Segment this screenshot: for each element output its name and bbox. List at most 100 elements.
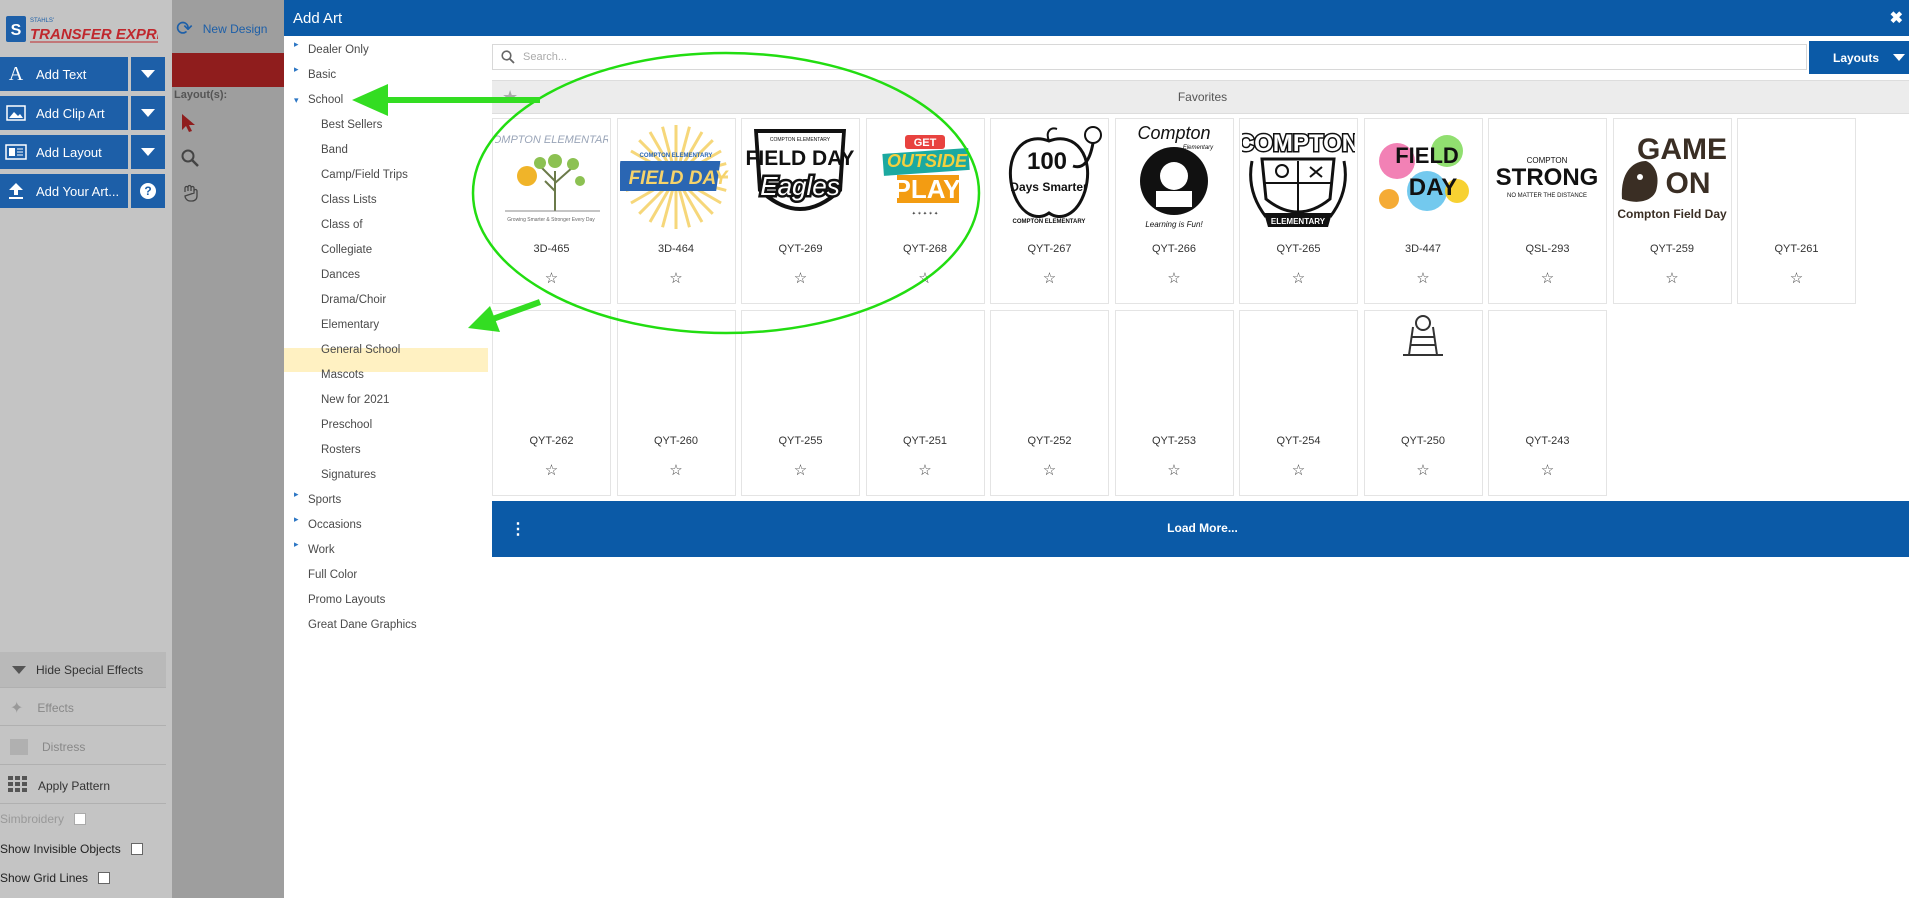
art-thumbnail[interactable]: COMPTON ELEMENTARY FIELD DAY (619, 121, 733, 231)
tree-item[interactable]: Dances (321, 263, 360, 287)
tree-item[interactable]: Rosters (321, 438, 361, 462)
tree-item[interactable]: Work (308, 538, 335, 562)
new-design-button[interactable]: ⟳ New Design (176, 16, 267, 41)
favorites-bar[interactable]: ★ Favorites (492, 80, 1909, 114)
art-thumbnail[interactable] (1491, 313, 1604, 423)
add-text-button[interactable]: A Add Text (0, 57, 128, 91)
caret-right-icon[interactable]: ▸ (294, 39, 299, 50)
pan-tool[interactable] (181, 184, 199, 207)
tree-item[interactable]: Full Color (308, 563, 357, 587)
art-card[interactable]: GAME ON Compton Field Day QYT-259 ☆ (1612, 118, 1732, 304)
tree-item[interactable]: New for 2021 (321, 388, 389, 412)
tree-item[interactable]: Band (321, 138, 348, 162)
add-clip-art-button[interactable]: Add Clip Art (0, 96, 128, 130)
art-thumbnail[interactable] (495, 313, 608, 423)
favorite-star-icon[interactable]: ☆ (1116, 461, 1233, 479)
art-card[interactable]: QYT-251 ☆ (865, 310, 985, 496)
art-card[interactable]: COMPTON ELEMENTARY QYT-265 ☆ (1239, 118, 1358, 304)
art-thumbnail[interactable] (1242, 313, 1355, 423)
favorite-star-icon[interactable]: ☆ (742, 461, 859, 479)
add-clip-art-dropdown[interactable] (131, 96, 165, 130)
favorite-star-icon[interactable]: ☆ (991, 269, 1108, 287)
show-grid-checkbox[interactable] (98, 872, 111, 884)
art-thumbnail[interactable] (1367, 313, 1480, 423)
art-card[interactable]: QYT-243 ☆ (1488, 310, 1607, 496)
favorite-star-icon[interactable]: ☆ (618, 269, 735, 287)
tree-item[interactable]: Dealer Only (308, 38, 369, 62)
art-card[interactable]: Compton Elementary Learning is Fun! QYT-266… (1114, 118, 1234, 304)
art-thumbnail[interactable]: Compton Elementary Learning is Fun! (1118, 121, 1231, 231)
favorite-star-icon[interactable]: ☆ (991, 461, 1108, 479)
tree-item[interactable]: Preschool (321, 413, 372, 437)
search-input[interactable]: Search... (492, 44, 1807, 70)
zoom-tool[interactable] (181, 149, 199, 172)
help-button[interactable]: ? (131, 174, 165, 208)
favorite-star-icon[interactable]: ☆ (618, 461, 735, 479)
favorite-star-icon[interactable]: ☆ (1614, 269, 1731, 287)
art-card[interactable]: QYT-262 ☆ (492, 310, 611, 496)
art-card[interactable]: COMPTON STRONG NO MATTER THE DISTANCE QSL-2… (1488, 118, 1607, 304)
transfer-express-logo[interactable]: S STAHLS' TRANSFER EXPRESS (6, 14, 187, 44)
favorite-star-icon[interactable]: ☆ (742, 269, 859, 287)
tree-item[interactable]: Sports (308, 488, 341, 512)
tree-item[interactable]: Camp/Field Trips (321, 163, 408, 187)
art-thumbnail[interactable]: GET OUTSIDE PLAY ✦ ✶ ✦ ✶ ✦ (869, 121, 982, 231)
art-card[interactable]: COMPTON ELEMENTARY Growing Smarter & Stro… (492, 118, 611, 304)
favorite-star-icon[interactable]: ☆ (1365, 269, 1482, 287)
tree-item[interactable]: Best Sellers (321, 113, 382, 137)
art-card[interactable]: QYT-260 ☆ (616, 310, 736, 496)
simbroidery-checkbox[interactable] (74, 813, 87, 825)
favorite-star-icon[interactable]: ☆ (1240, 269, 1357, 287)
tree-item[interactable]: Signatures (321, 463, 376, 487)
caret-down-icon[interactable]: ▾ (294, 95, 299, 106)
favorite-star-icon[interactable]: ☆ (867, 461, 984, 479)
layouts-dropdown-button[interactable]: Layouts (1809, 41, 1909, 74)
art-thumbnail[interactable] (1740, 121, 1853, 231)
apply-pattern-button[interactable]: Apply Pattern (0, 768, 166, 804)
art-thumbnail[interactable] (620, 313, 733, 423)
effects-button[interactable]: ✦ Effects (0, 690, 166, 726)
tree-item[interactable]: Drama/Choir (321, 288, 386, 312)
art-thumbnail[interactable] (869, 313, 982, 423)
add-your-art-button[interactable]: Add Your Art... (0, 174, 128, 208)
tree-item[interactable]: Promo Layouts (308, 588, 385, 612)
hide-special-effects-toggle[interactable]: Hide Special Effects (0, 652, 166, 688)
art-thumbnail[interactable]: COMPTONSTRONGNO MATTER THE DISTANCE (1491, 121, 1604, 231)
favorite-star-icon[interactable]: ☆ (493, 269, 610, 287)
art-card[interactable]: COMPTON ELEMENTARY FIELD DAY Eagles QYT-269… (741, 118, 860, 304)
close-icon[interactable]: ✖ (1890, 8, 1903, 28)
distress-button[interactable]: Distress (0, 729, 166, 765)
tree-item[interactable]: General School (321, 338, 400, 362)
favorite-star-icon[interactable]: ☆ (1489, 461, 1606, 479)
add-layout-button[interactable]: Add Layout (0, 135, 128, 169)
caret-right-icon[interactable]: ▸ (294, 539, 299, 550)
art-card[interactable]: FIELD '21 DAY 3D-447 ☆ (1363, 118, 1483, 304)
add-text-dropdown[interactable] (131, 57, 165, 91)
art-thumbnail[interactable]: COMPTON ELEMENTARY (1242, 121, 1355, 231)
tree-item[interactable]: Elementary (321, 313, 379, 337)
art-card[interactable]: 100 Days Smarter COMPTON ELEMENTARY QYT-267… (990, 118, 1109, 304)
favorite-star-icon[interactable]: ☆ (1365, 461, 1482, 479)
art-thumbnail[interactable] (1118, 313, 1231, 423)
art-thumbnail[interactable]: COMPTON ELEMENTARY Growing Smarter & Stro… (495, 121, 608, 231)
tree-item[interactable]: School (308, 88, 343, 112)
art-thumbnail[interactable] (993, 313, 1106, 423)
art-card[interactable]: QYT-261 ☆ (1737, 118, 1856, 304)
art-card[interactable]: QYT-255 ☆ (741, 310, 860, 496)
caret-right-icon[interactable]: ▸ (294, 64, 299, 75)
art-card[interactable]: QYT-254 ☆ (1239, 310, 1358, 496)
add-layout-dropdown[interactable] (131, 135, 165, 169)
tree-item[interactable]: Collegiate (321, 238, 372, 262)
favorite-star-icon[interactable]: ☆ (1738, 269, 1855, 287)
show-invisible-checkbox[interactable] (130, 843, 143, 855)
favorite-star-icon[interactable]: ☆ (1240, 461, 1357, 479)
tree-item[interactable]: Basic (308, 63, 336, 87)
tree-item[interactable]: Great Dane Graphics (308, 613, 417, 637)
art-card[interactable]: COMPTON ELEMENTARY FIELD DAY 3D-464 ☆ (616, 118, 736, 304)
favorite-star-icon[interactable]: ☆ (867, 269, 984, 287)
art-card[interactable]: QYT-250 ☆ (1363, 310, 1483, 496)
favorite-star-icon[interactable]: ☆ (1489, 269, 1606, 287)
load-more-button[interactable]: ⋮ Load More... (492, 501, 1909, 557)
art-thumbnail[interactable]: COMPTON ELEMENTARY FIELD DAYEagles (744, 121, 857, 231)
art-thumbnail[interactable] (744, 313, 857, 423)
